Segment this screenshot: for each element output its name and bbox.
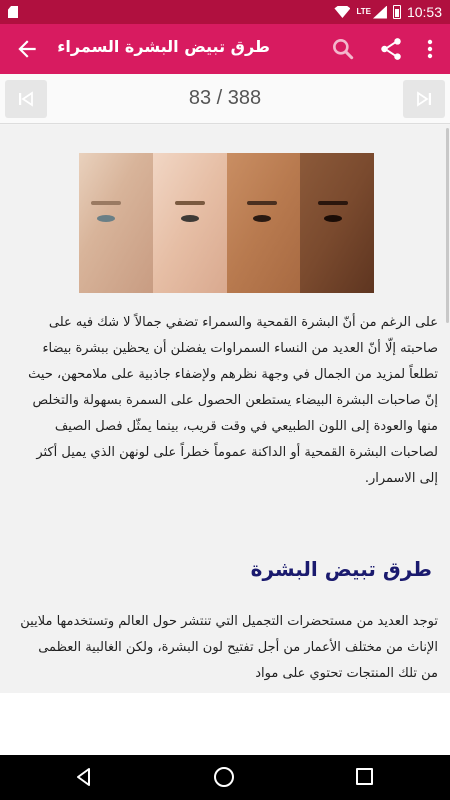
article-paragraph-1: على الرغم من أنّ البشرة القمحية والسمراء… — [28, 315, 438, 486]
status-bar: LTE 10:53 — [0, 0, 450, 24]
network-type: LTE — [356, 7, 371, 16]
status-time: 10:53 — [406, 4, 442, 20]
scrollbar[interactable] — [446, 128, 449, 323]
search-icon — [333, 39, 354, 60]
skip-last-icon — [417, 91, 431, 107]
nav-home-icon[interactable] — [214, 767, 234, 787]
wifi-icon — [334, 6, 351, 18]
more-options-button[interactable] — [420, 36, 440, 62]
article-image — [79, 153, 374, 293]
share-button[interactable] — [378, 36, 404, 62]
banner-area — [0, 693, 450, 755]
face-image-4 — [300, 153, 374, 293]
article-content[interactable]: على الرغم من أنّ البشرة القمحية والسمراء… — [0, 125, 450, 693]
sd-card-icon — [8, 6, 18, 18]
page-counter: 83 / 388 — [188, 87, 262, 109]
battery-icon — [392, 5, 401, 19]
face-image-1 — [79, 153, 153, 293]
app-bar: طرق تبيض البشرة السمراء — [0, 24, 450, 74]
page-title: طرق تبيض البشرة السمراء — [57, 37, 270, 56]
article-paragraph-2: توجد العديد من مستحضرات التجميل التي تنت… — [20, 614, 438, 681]
nav-back-icon[interactable] — [74, 767, 94, 787]
face-image-2 — [152, 153, 227, 293]
pager-bar: 83 / 388 — [0, 74, 450, 124]
nav-recents-icon[interactable] — [356, 768, 373, 785]
more-vert-icon — [427, 39, 433, 59]
system-nav-bar — [0, 755, 450, 800]
back-button[interactable] — [14, 36, 40, 62]
face-image-3 — [226, 153, 301, 293]
signal-icon — [372, 5, 387, 19]
search-button[interactable] — [330, 36, 356, 62]
share-icon — [381, 38, 401, 60]
last-page-button[interactable] — [403, 80, 445, 118]
section-heading: طرق تبيض البشرة — [250, 557, 432, 581]
arrow-back-icon — [18, 40, 36, 58]
